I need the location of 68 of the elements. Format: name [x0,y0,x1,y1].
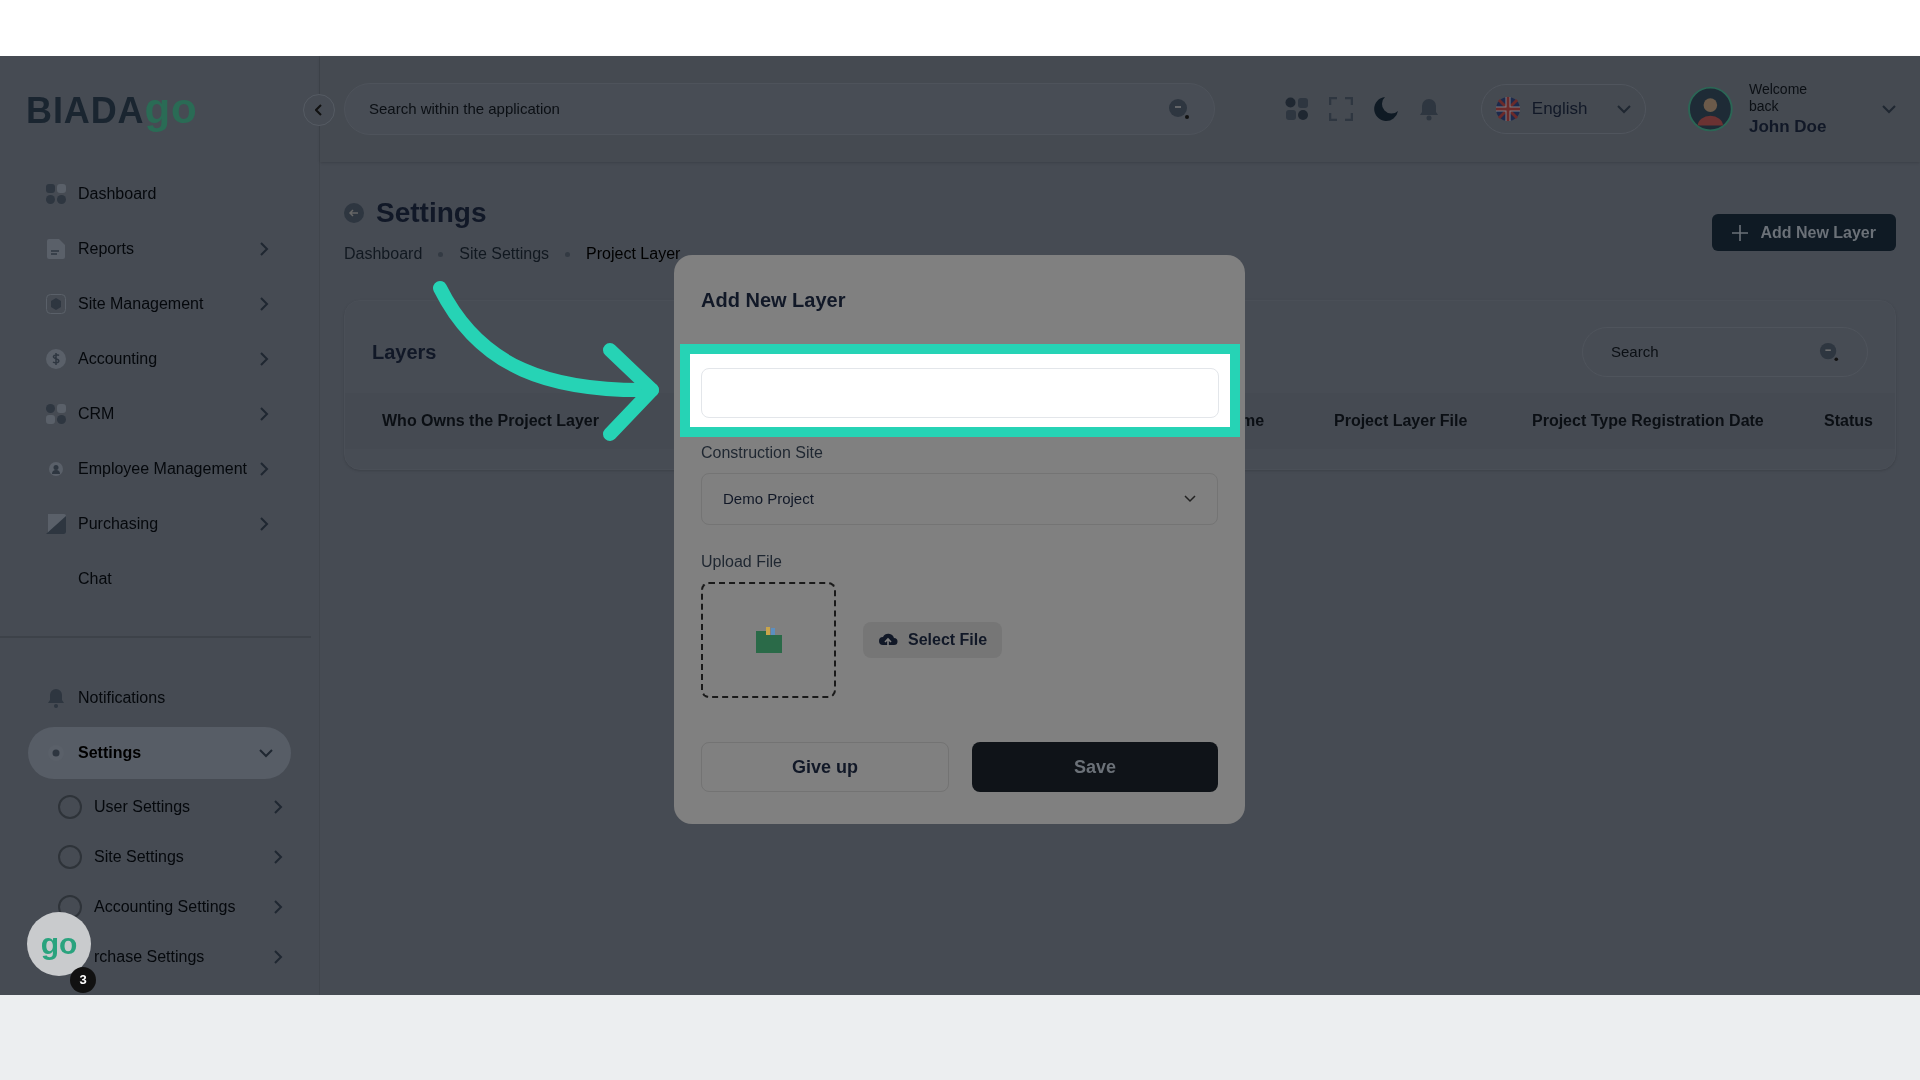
welcome-text: Welcome back [1749,80,1809,116]
cloud-upload-icon [878,632,898,648]
back-icon[interactable] [344,203,364,223]
submenu-item[interactable]: User Settings [94,795,283,819]
upload-drop-area[interactable] [701,582,836,698]
box-icon [46,293,66,314]
submenu-item[interactable]: Site Settings [94,845,283,869]
dollar-icon [46,348,66,369]
chevron-right-icon [273,950,283,964]
sidebar-item[interactable]: Site Management [46,276,269,331]
chevron-right-icon [259,241,269,256]
column-header: Project Layer File [1334,411,1469,431]
chevron-right-icon [259,406,269,421]
sidebar-item[interactable]: Dashboard [46,166,269,221]
circle-icon [58,845,82,869]
search-field[interactable]: Search within the application [344,83,1215,135]
table-search-field[interactable]: Search [1582,327,1868,377]
search-icon [1167,98,1190,120]
sidebar-item[interactable]: Settings [28,727,291,779]
sidebar-item[interactable]: CRM [46,386,269,441]
sidebar-item[interactable]: Employee Management [46,441,269,496]
plus-icon [1732,224,1749,241]
cancel-button[interactable]: Give up [701,742,949,792]
field-label: Construction Site [701,443,824,463]
avatar-icon[interactable] [1688,86,1733,132]
search-placeholder: Search within the application [369,98,560,119]
sidebar-item[interactable]: Chat [46,551,269,606]
layer-name-input[interactable] [701,368,1219,418]
chevron-right-icon [259,516,269,531]
grid-icon [46,403,66,424]
modal-title: Add New Layer [701,288,847,313]
column-header: Who Owns the Project Layer [381,411,600,431]
search-placeholder: Search [1611,341,1659,362]
sidebar-item[interactable]: Notifications [28,672,291,724]
sidebar-item[interactable]: Accounting [46,331,269,386]
flag-icon [1495,97,1520,121]
chevron-left-icon [315,104,323,116]
chevron-right-icon [273,850,283,864]
chevron-down-icon [1882,104,1896,114]
grid-icon [46,183,66,204]
select-file-button[interactable]: Select File [863,622,1003,658]
submenu-item[interactable]: rchase Settings [94,945,283,969]
chevron-down-icon [1617,104,1632,114]
chevron-right-icon [259,351,269,366]
chevron-right-icon [273,900,283,914]
column-header: Project Type Registration Date [1532,411,1765,431]
chevron-down-icon [1184,495,1196,503]
circle-icon [58,795,82,819]
tag-icon [46,513,66,534]
collapse-sidebar-button[interactable] [303,94,335,126]
chevron-right-icon [259,461,269,476]
submenu-item[interactable]: Accounting Settings [94,895,283,919]
moon-icon[interactable] [1372,96,1399,122]
chevron-right-icon [273,800,283,814]
save-button[interactable]: Save [972,742,1218,792]
search-icon [1819,342,1839,362]
apps-icon[interactable] [1284,97,1309,121]
field-label: Upload File [701,552,783,572]
column-header: Status [1824,411,1873,431]
document-icon [47,238,65,259]
sidebar-item[interactable]: Reports [46,221,269,276]
bell-icon [47,688,65,708]
add-new-layer-button[interactable]: Add New Layer [1712,214,1896,251]
chevron-down-icon [259,748,273,758]
chevron-right-icon [259,296,269,311]
construction-site-select[interactable]: Demo Project [701,473,1218,525]
sidebar-item[interactable]: Purchasing [46,496,269,551]
person-icon [49,461,63,476]
